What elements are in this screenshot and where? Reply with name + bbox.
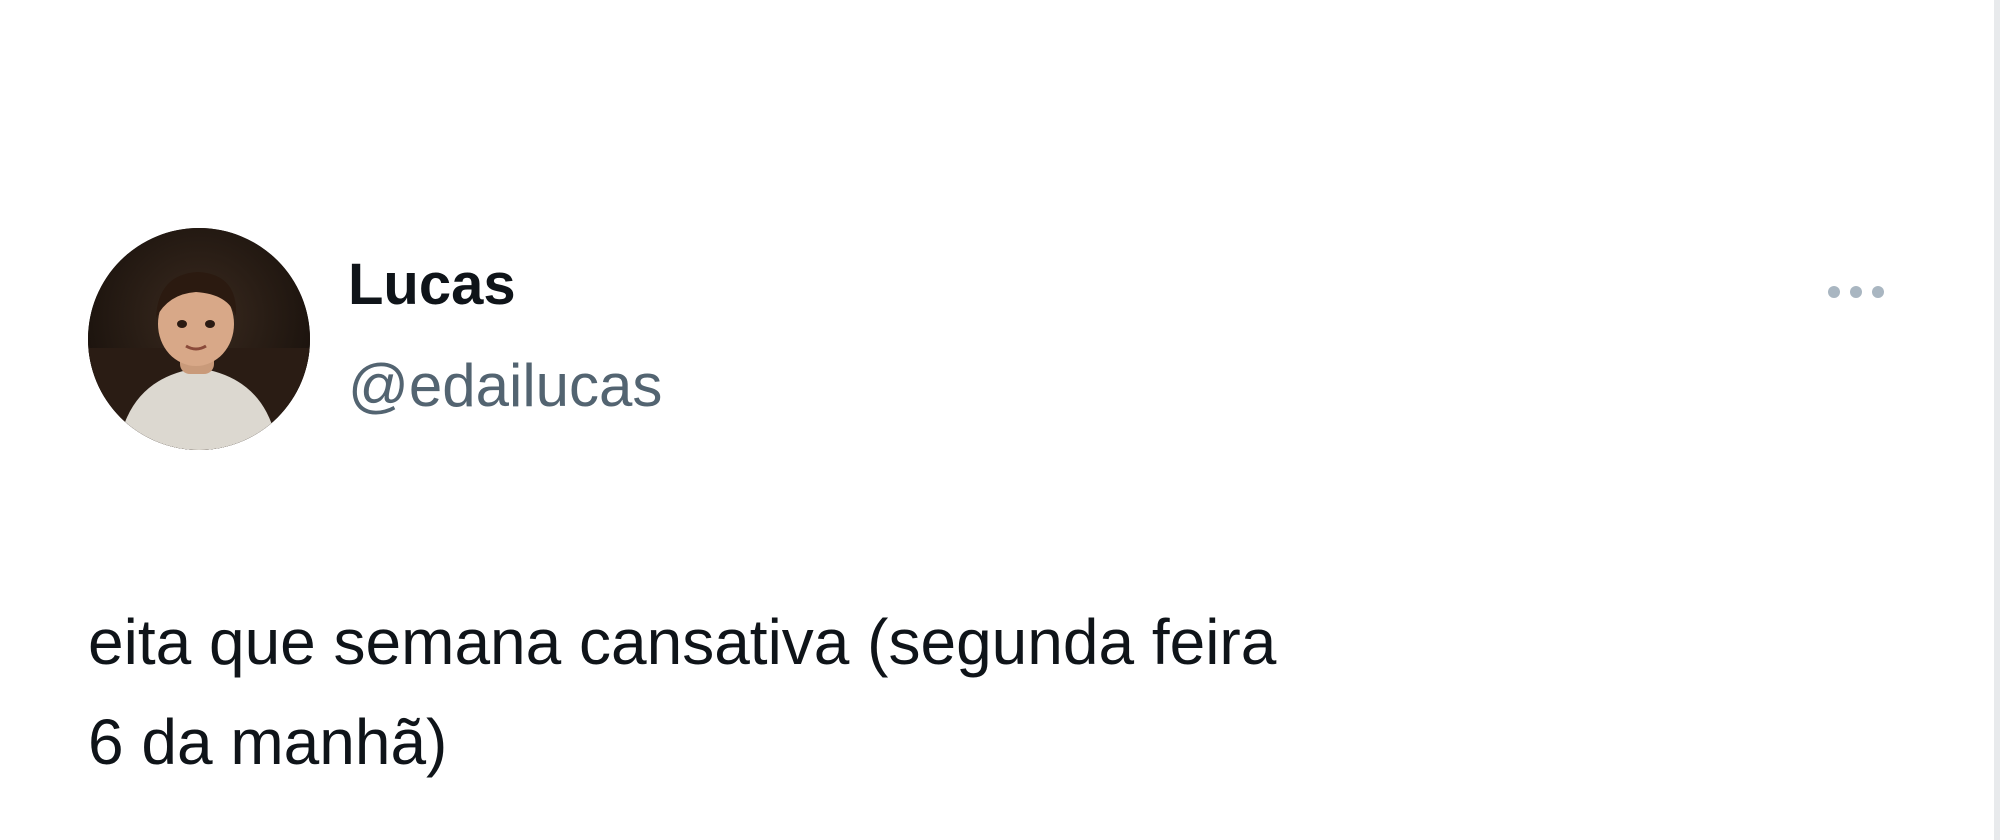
avatar-photo-icon bbox=[88, 228, 310, 450]
tweet-card: Lucas @edailucas eita que semana cansati… bbox=[0, 0, 2000, 840]
right-border bbox=[1994, 0, 2000, 840]
user-avatar[interactable] bbox=[88, 228, 310, 450]
tweet-text: eita que semana cansativa (segunda feira… bbox=[88, 606, 1277, 778]
more-options-button[interactable] bbox=[1816, 268, 1896, 316]
ellipsis-icon bbox=[1828, 286, 1884, 298]
author-display-name[interactable]: Lucas bbox=[348, 256, 516, 314]
author-handle[interactable]: @edailucas bbox=[348, 356, 662, 416]
